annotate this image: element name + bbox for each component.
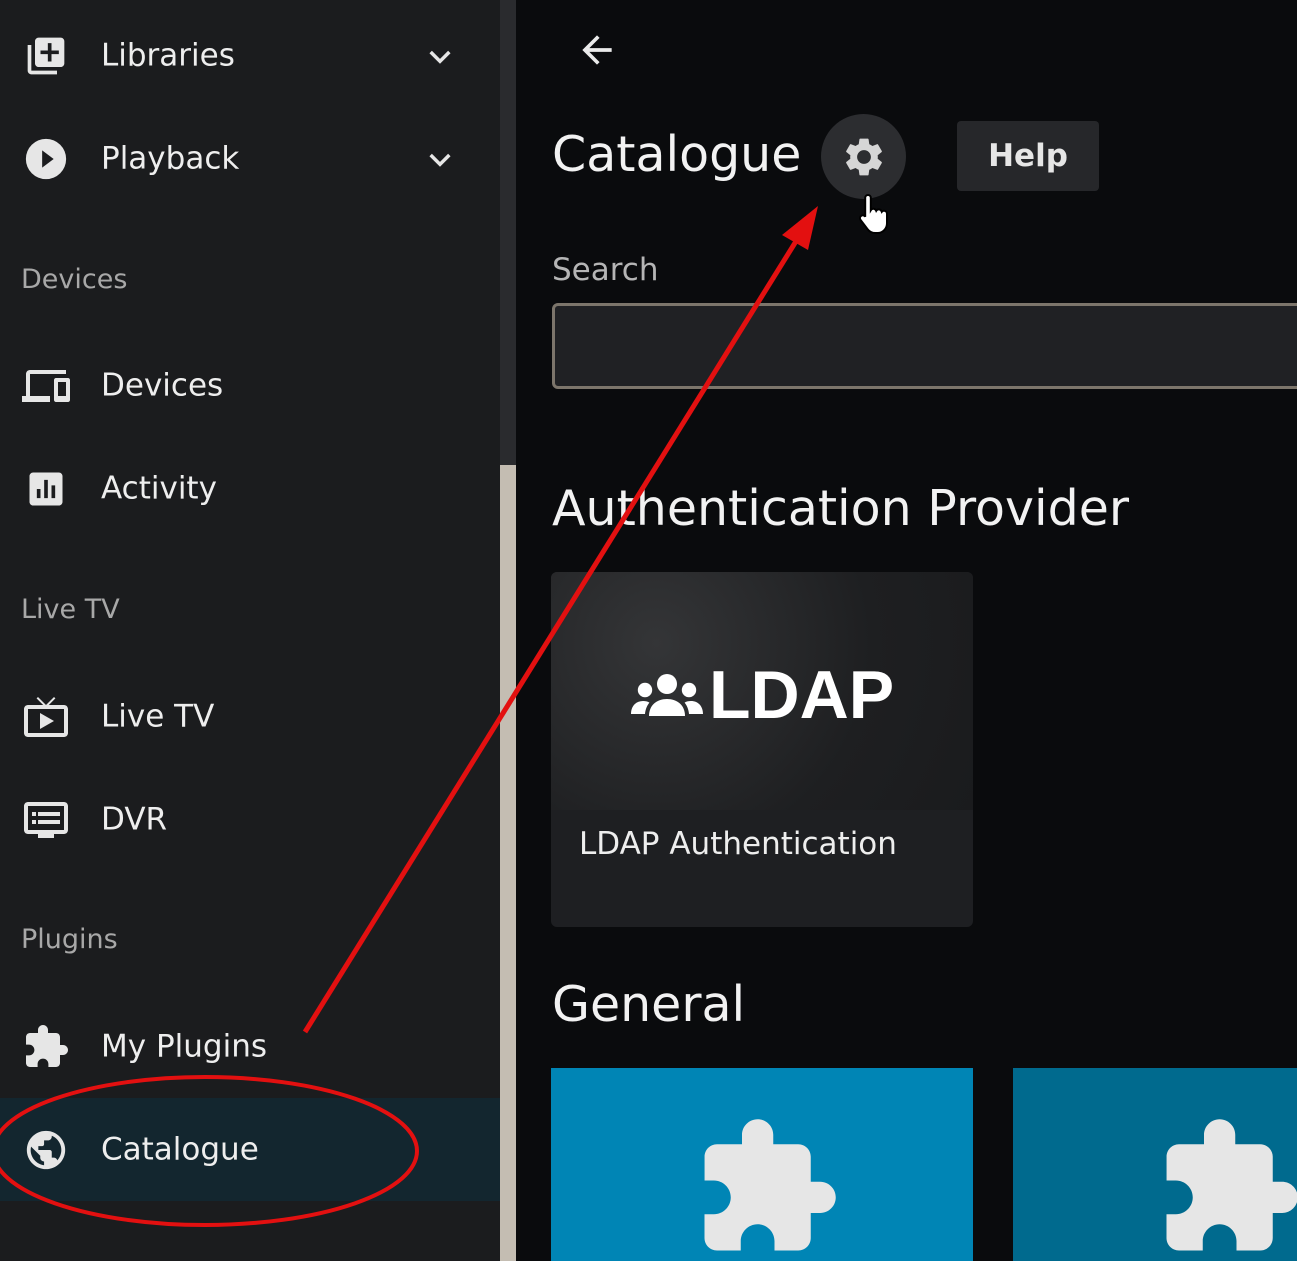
sidebar-item-label: Catalogue <box>101 1130 259 1167</box>
chevron-down-icon[interactable] <box>424 143 456 175</box>
plugin-card-ldap[interactable]: LDAP LDAP Authentication <box>551 572 973 927</box>
sidebar-item-activity[interactable]: Activity <box>0 437 500 540</box>
sidebar-item-live-tv[interactable]: Live TV <box>0 665 500 768</box>
activity-chart-icon <box>22 465 70 513</box>
sidebar-item-catalogue[interactable]: Catalogue <box>0 1098 500 1201</box>
sidebar-item-my-plugins[interactable]: My Plugins <box>0 995 500 1098</box>
ldap-logo: LDAP <box>629 656 894 734</box>
sidebar-item-label: Activity <box>101 469 217 506</box>
users-icon <box>631 674 703 716</box>
sidebar-item-label: Live TV <box>101 697 215 734</box>
plugin-card-general-1[interactable] <box>551 1068 973 1261</box>
sidebar-item-label: Playback <box>101 139 240 176</box>
sidebar-item-label: Libraries <box>101 36 235 73</box>
chevron-down-icon[interactable] <box>424 40 456 72</box>
page-title: Catalogue <box>552 126 802 183</box>
play-circle-icon <box>22 135 70 183</box>
plugin-card-general-2[interactable] <box>1013 1068 1297 1261</box>
sidebar-scrollbar-thumb[interactable] <box>500 465 516 1261</box>
sidebar: Libraries Playback Devices Devices Activ… <box>0 0 500 1261</box>
ldap-logo-text: LDAP <box>709 657 895 733</box>
search-input[interactable] <box>552 303 1297 389</box>
arrow-left-icon <box>582 35 612 65</box>
puzzle-icon <box>1166 1119 1297 1251</box>
puzzle-icon <box>22 1023 70 1071</box>
sidebar-item-label: My Plugins <box>101 1027 267 1064</box>
section-title-general: General <box>552 976 746 1033</box>
globe-icon <box>22 1126 70 1174</box>
hand-cursor-icon <box>856 192 892 236</box>
sidebar-item-label: Devices <box>101 366 224 403</box>
dvr-icon <box>22 796 70 844</box>
plugin-card-image: LDAP <box>551 572 973 810</box>
section-header-live-tv: Live TV <box>21 594 120 625</box>
gear-icon <box>845 138 882 175</box>
live-tv-icon <box>22 693 70 741</box>
sidebar-item-libraries[interactable]: Libraries <box>0 4 500 107</box>
sidebar-item-devices[interactable]: Devices <box>0 334 500 437</box>
library-add-icon <box>22 32 70 80</box>
sidebar-item-label: DVR <box>101 800 168 837</box>
plugin-card-title: LDAP Authentication <box>579 826 897 862</box>
search-label: Search <box>552 252 659 288</box>
puzzle-icon <box>704 1119 836 1251</box>
devices-icon <box>22 362 70 410</box>
settings-button[interactable] <box>821 114 906 199</box>
help-button[interactable]: Help <box>957 121 1099 191</box>
section-header-plugins: Plugins <box>21 924 118 955</box>
sidebar-item-playback[interactable]: Playback <box>0 107 500 210</box>
sidebar-item-dvr[interactable]: DVR <box>0 768 500 871</box>
section-header-devices: Devices <box>21 264 128 295</box>
back-button[interactable] <box>575 28 619 72</box>
section-title-authentication: Authentication Provider <box>552 480 1130 537</box>
